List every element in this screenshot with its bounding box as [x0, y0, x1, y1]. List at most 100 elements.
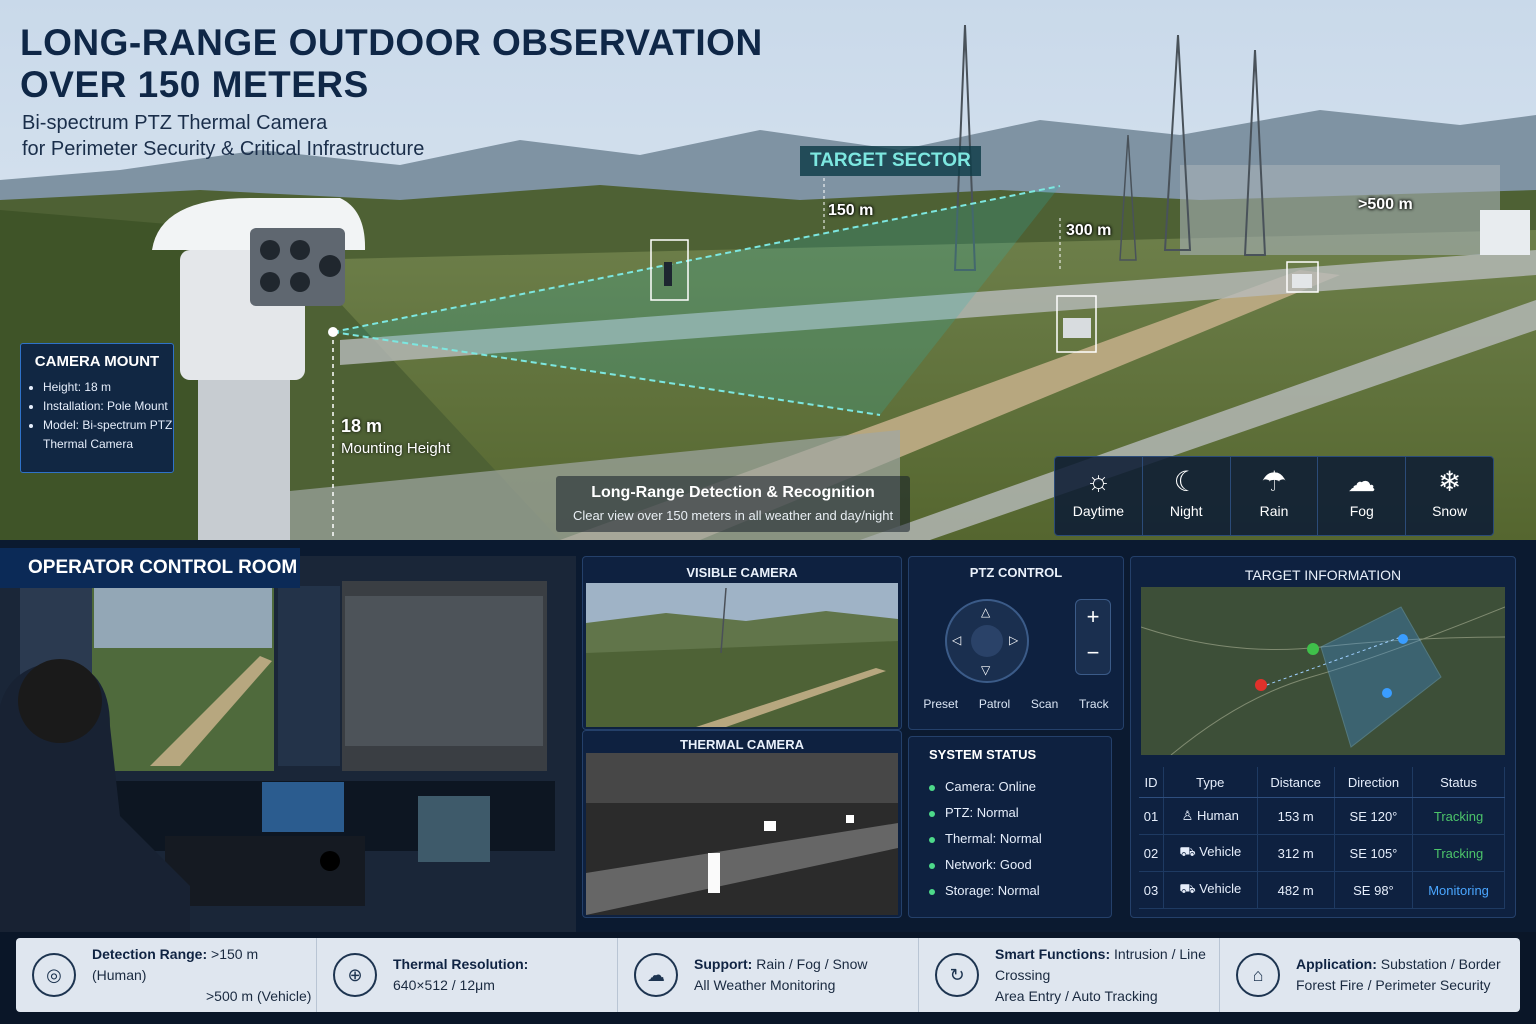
- status-text: Camera: Online: [945, 779, 1037, 794]
- scan-button[interactable]: Scan: [1031, 697, 1058, 711]
- feature-label: Support:: [694, 956, 753, 972]
- subtitle-line-2: for Perimeter Security & Critical Infras…: [22, 138, 425, 160]
- feature-smart-functions: ↻ Smart Functions: Intrusion / Line Cros…: [919, 938, 1220, 1012]
- status-item: Storage: Normal: [929, 878, 1111, 904]
- target-type: ⛟ Vehicle: [1163, 834, 1258, 872]
- weather-night: ☾ Night: [1143, 457, 1231, 535]
- arrow-up-icon[interactable]: △: [981, 605, 990, 619]
- target-type: ♙ Human: [1163, 797, 1258, 835]
- mount-height-value: 18 m: [341, 416, 383, 436]
- status-text: Network: Good: [945, 857, 1032, 872]
- page-title: LONG-RANGE OUTDOOR OBSERVATION OVER 150 …: [20, 22, 763, 106]
- feature-line-1: Substation / Border: [1376, 956, 1501, 972]
- fog-icon: ☁: [1347, 466, 1376, 497]
- status-text: PTZ: Normal: [945, 805, 1019, 820]
- feature-footer: ◎ Detection Range: >150 m (Human) >500 m …: [16, 938, 1520, 1012]
- feature-text: Support: Rain / Fog / Snow All Weather Mo…: [694, 954, 868, 996]
- human-icon: ♙: [1181, 808, 1197, 823]
- feature-application: ⌂ Application: Substation / Border Forest…: [1220, 938, 1520, 1012]
- detection-title: Long-Range Detection & Recognition: [591, 484, 875, 501]
- page-subtitle: Bi-spectrum PTZ Thermal Camera for Perim…: [22, 110, 424, 162]
- moon-icon: ☾: [1173, 466, 1199, 497]
- weather-snow: ❄ Snow: [1406, 457, 1493, 535]
- ptz-direction-pad[interactable]: △ ▽ ◁ ▷: [945, 599, 1029, 683]
- system-status-title: SYSTEM STATUS: [929, 747, 1037, 762]
- target-status: Monitoring: [1412, 871, 1505, 909]
- feature-text: Application: Substation / Border Forest F…: [1296, 954, 1501, 996]
- target-info-panel: TARGET INFORMATION ID Type Distance Dire…: [1130, 556, 1516, 918]
- target-id: 02: [1139, 834, 1164, 872]
- camera-mount-title: CAMERA MOUNT: [34, 353, 160, 370]
- building-icon: ⌂: [1236, 953, 1280, 997]
- column-direction: Direction: [1334, 767, 1414, 798]
- visible-camera-feed[interactable]: [586, 583, 898, 727]
- rain-icon: ☂: [1261, 466, 1287, 497]
- target-sector-label: TARGET SECTOR: [800, 146, 981, 176]
- arrow-left-icon[interactable]: ◁: [952, 633, 961, 647]
- column-type: Type: [1163, 767, 1258, 798]
- table-row[interactable]: 03 ⛟ Vehicle 482 m SE 98° Monitoring: [1139, 871, 1505, 909]
- target-status: Tracking: [1412, 797, 1505, 835]
- weather-label: Rain: [1259, 503, 1289, 519]
- crosshair-icon: ⊕: [333, 953, 377, 997]
- weather-fog: ☁ Fog: [1318, 457, 1407, 535]
- feature-line-2: 640×512 / 12μm: [393, 977, 495, 993]
- zoom-in-button[interactable]: +: [1076, 604, 1110, 630]
- camera-mount-panel: CAMERA MOUNT Height: 18 m Installation: …: [20, 343, 174, 473]
- weather-daytime: ☼ Daytime: [1055, 457, 1143, 535]
- target-type: ⛟ Vehicle: [1163, 871, 1258, 909]
- target-info-title: TARGET INFORMATION: [1244, 567, 1402, 583]
- target-type-text: Vehicle: [1199, 844, 1242, 859]
- feature-text: Detection Range: >150 m (Human) >500 m (V…: [92, 944, 316, 1007]
- vehicle-marker-icon[interactable]: [1398, 634, 1408, 644]
- status-dot-icon: [929, 810, 935, 817]
- feature-line-2: Forest Fire / Perimeter Security: [1296, 977, 1491, 993]
- target-id: 03: [1139, 871, 1164, 909]
- distance-500-label: >500 m: [1358, 196, 1413, 213]
- camera-mount-item: Installation: Pole Mount: [43, 397, 173, 416]
- patrol-button[interactable]: Patrol: [979, 697, 1010, 711]
- visible-camera-title: VISIBLE CAMERA: [686, 565, 798, 580]
- ptz-control-title: PTZ CONTROL: [969, 565, 1063, 580]
- vehicle-marker-icon[interactable]: [1382, 688, 1392, 698]
- weather-label: Fog: [1349, 503, 1374, 519]
- arrow-right-icon[interactable]: ▷: [1009, 633, 1018, 647]
- camera-mount-item: Height: 18 m: [43, 378, 173, 397]
- table-row[interactable]: 02 ⛟ Vehicle 312 m SE 105° Tracking: [1139, 834, 1505, 872]
- target-type-text: Vehicle: [1199, 881, 1242, 896]
- target-direction: SE 120°: [1334, 797, 1414, 835]
- target-map[interactable]: [1141, 587, 1505, 755]
- target-distance: 312 m: [1257, 834, 1335, 872]
- weather-modes-bar: ☼ Daytime ☾ Night ☂ Rain ☁ Fog ❄ Snow: [1054, 456, 1494, 536]
- ptz-mode-buttons: Preset Patrol Scan Track: [913, 697, 1119, 711]
- feature-text: Smart Functions: Intrusion / Line Crossi…: [995, 944, 1219, 1007]
- preset-button[interactable]: Preset: [923, 697, 958, 711]
- camera-marker-icon[interactable]: [1307, 643, 1319, 655]
- status-dot-icon: [929, 862, 935, 869]
- weather-label: Daytime: [1072, 503, 1125, 519]
- ptz-center-button[interactable]: [971, 625, 1003, 657]
- arrow-down-icon[interactable]: ▽: [981, 663, 990, 677]
- target-marker-icon[interactable]: [1255, 679, 1267, 691]
- status-text: Storage: Normal: [945, 883, 1040, 898]
- car-icon: ⛟: [1179, 881, 1200, 896]
- system-status-panel: SYSTEM STATUS Camera: Online PTZ: Normal…: [908, 736, 1112, 918]
- track-button[interactable]: Track: [1079, 697, 1109, 711]
- cloud-icon: ☁: [634, 953, 678, 997]
- target-distance: 153 m: [1257, 797, 1335, 835]
- system-status-list: Camera: Online PTZ: Normal Thermal: Norm…: [909, 774, 1111, 904]
- zoom-out-button[interactable]: −: [1076, 640, 1110, 666]
- target-table-header: ID Type Distance Direction Status: [1139, 767, 1505, 798]
- weather-label: Snow: [1432, 503, 1468, 519]
- title-line-2: OVER 150 METERS: [20, 64, 369, 105]
- car-icon: ⛟: [1179, 844, 1200, 859]
- feature-line-2: >500 m (Vehicle): [206, 987, 312, 1004]
- status-item: Network: Good: [929, 852, 1111, 878]
- snowflake-icon: ❄: [1437, 466, 1462, 497]
- status-dot-icon: [929, 888, 935, 895]
- feature-thermal-resolution: ⊕ Thermal Resolution: 640×512 / 12μm: [317, 938, 618, 1012]
- thermal-camera-feed[interactable]: [586, 753, 898, 915]
- distance-150-label: 150 m: [828, 202, 874, 219]
- status-item: PTZ: Normal: [929, 800, 1111, 826]
- table-row[interactable]: 01 ♙ Human 153 m SE 120° Tracking: [1139, 797, 1505, 835]
